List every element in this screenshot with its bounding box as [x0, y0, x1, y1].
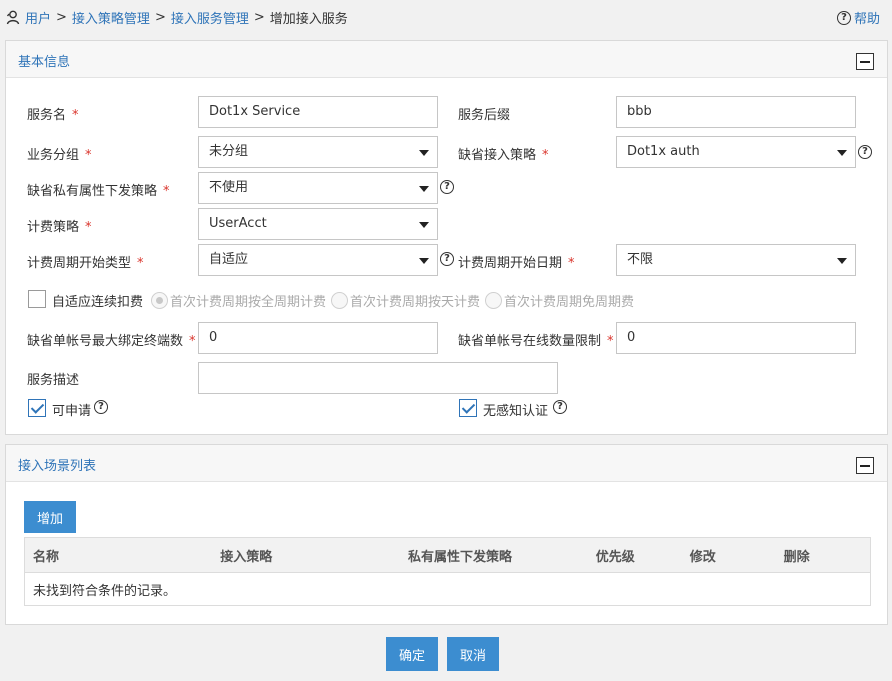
radio-dot	[331, 292, 348, 309]
online-limit-input[interactable]: 0	[616, 322, 856, 354]
radio-free-cycle[interactable]: 首次计费周期免周期费	[485, 291, 634, 310]
column-delete: 删除	[775, 537, 871, 573]
table-row: 未找到符合条件的记录。	[24, 572, 871, 606]
billing-policy-label: 计费策略 *	[27, 220, 92, 235]
question-icon[interactable]: ?	[94, 400, 108, 414]
question-icon[interactable]: ?	[553, 400, 567, 414]
question-icon[interactable]: ?	[440, 252, 454, 266]
applicable-label: 可申请	[52, 404, 92, 419]
basic-info-title: 基本信息	[18, 55, 71, 70]
default-access-policy-select[interactable]: Dot1x auth	[616, 136, 856, 168]
service-name-input[interactable]: Dot1x Service	[198, 96, 438, 128]
caret-down-icon	[419, 186, 429, 192]
online-limit-label: 缺省单帐号在线数量限制 *	[458, 334, 614, 349]
question-icon[interactable]: ?	[858, 145, 872, 159]
collapse-icon[interactable]	[856, 457, 874, 474]
default-private-attr-label: 缺省私有属性下发策略 *	[27, 184, 170, 199]
billing-cycle-date-label: 计费周期开始日期 *	[458, 256, 575, 271]
column-name[interactable]: 名称	[24, 537, 213, 573]
default-access-policy-label: 缺省接入策略 *	[458, 148, 549, 163]
help-label: 帮助	[853, 12, 880, 27]
max-bind-terminals-label: 缺省单帐号最大绑定终端数 *	[27, 334, 196, 349]
empty-message: 未找到符合条件的记录。	[24, 572, 871, 606]
ok-button[interactable]: 确定	[386, 637, 438, 671]
add-scene-button[interactable]: 增加	[24, 501, 76, 533]
question-icon[interactable]: ?	[440, 180, 454, 194]
breadcrumb-separator: >	[253, 9, 265, 25]
breadcrumb-link-access-policy[interactable]: 接入策略管理	[72, 8, 150, 27]
breadcrumb-link-user[interactable]: 用户	[25, 8, 51, 27]
table-header-row: 名称 接入策略 私有属性下发策略 优先级 修改 删除	[24, 537, 871, 573]
scene-table: 名称 接入策略 私有属性下发策略 优先级 修改 删除 未找到符合条件的记录。	[24, 537, 871, 606]
service-suffix-label: 服务后缀	[458, 108, 511, 123]
business-group-label: 业务分组 *	[27, 148, 92, 163]
seamless-auth-checkbox[interactable]	[459, 399, 477, 417]
adaptive-deduct-label: 自适应连续扣费	[52, 295, 144, 310]
breadcrumb-separator: >	[56, 9, 67, 25]
radio-dot	[485, 292, 502, 309]
seamless-auth-label: 无感知认证	[483, 404, 549, 419]
adaptive-deduct-checkbox[interactable]	[28, 290, 46, 308]
basic-info-header: 基本信息	[6, 41, 887, 78]
caret-down-icon	[419, 258, 429, 264]
access-scene-title: 接入场景列表	[18, 459, 97, 474]
basic-info-panel: 基本信息 服务名 * Dot1x Service 服务后缀 bbb 业务分组 * 未…	[5, 40, 888, 435]
column-priority[interactable]: 优先级	[587, 537, 682, 573]
caret-down-icon	[419, 150, 429, 156]
column-access-policy[interactable]: 接入策略	[212, 537, 401, 573]
collapse-icon[interactable]	[856, 53, 874, 70]
radio-dot	[151, 292, 168, 309]
business-group-select[interactable]: 未分组	[198, 136, 438, 168]
max-bind-terminals-input[interactable]: 0	[198, 322, 438, 354]
user-icon	[6, 10, 20, 25]
caret-down-icon	[419, 222, 429, 228]
column-edit: 修改	[681, 537, 776, 573]
access-scene-panel: 接入场景列表 增加 名称 接入策略 私有属性下发策略 优先级 修改 删除 未找到…	[5, 444, 888, 625]
caret-down-icon	[837, 258, 847, 264]
service-suffix-input[interactable]: bbb	[616, 96, 856, 128]
description-label: 服务描述	[27, 373, 80, 388]
breadcrumb-link-access-service[interactable]: 接入服务管理	[171, 8, 249, 27]
description-input[interactable]	[198, 362, 558, 394]
billing-policy-select[interactable]: UserAcct	[198, 208, 438, 240]
billing-cycle-type-select[interactable]: 自适应	[198, 244, 438, 276]
cancel-button[interactable]: 取消	[447, 637, 499, 671]
caret-down-icon	[837, 150, 847, 156]
applicable-checkbox[interactable]	[28, 399, 46, 417]
help-link[interactable]: ? 帮助	[836, 8, 880, 27]
service-name-label: 服务名 *	[27, 108, 79, 123]
radio-full-cycle[interactable]: 首次计费周期按全周期计费	[151, 291, 326, 310]
help-icon: ?	[836, 10, 851, 25]
billing-cycle-date-select[interactable]: 不限	[616, 244, 856, 276]
billing-cycle-type-label: 计费周期开始类型 *	[27, 256, 144, 271]
breadcrumb-separator: >	[154, 9, 166, 25]
access-scene-header: 接入场景列表	[6, 445, 887, 482]
breadcrumb-current: 增加接入服务	[269, 11, 348, 27]
column-private-attr[interactable]: 私有属性下发策略	[400, 537, 588, 573]
radio-daily[interactable]: 首次计费周期按天计费	[331, 291, 480, 310]
default-private-attr-select[interactable]: 不使用	[198, 172, 438, 204]
breadcrumb: 用户 > 接入策略管理 > 接入服务管理 > 增加接入服务	[5, 8, 348, 27]
